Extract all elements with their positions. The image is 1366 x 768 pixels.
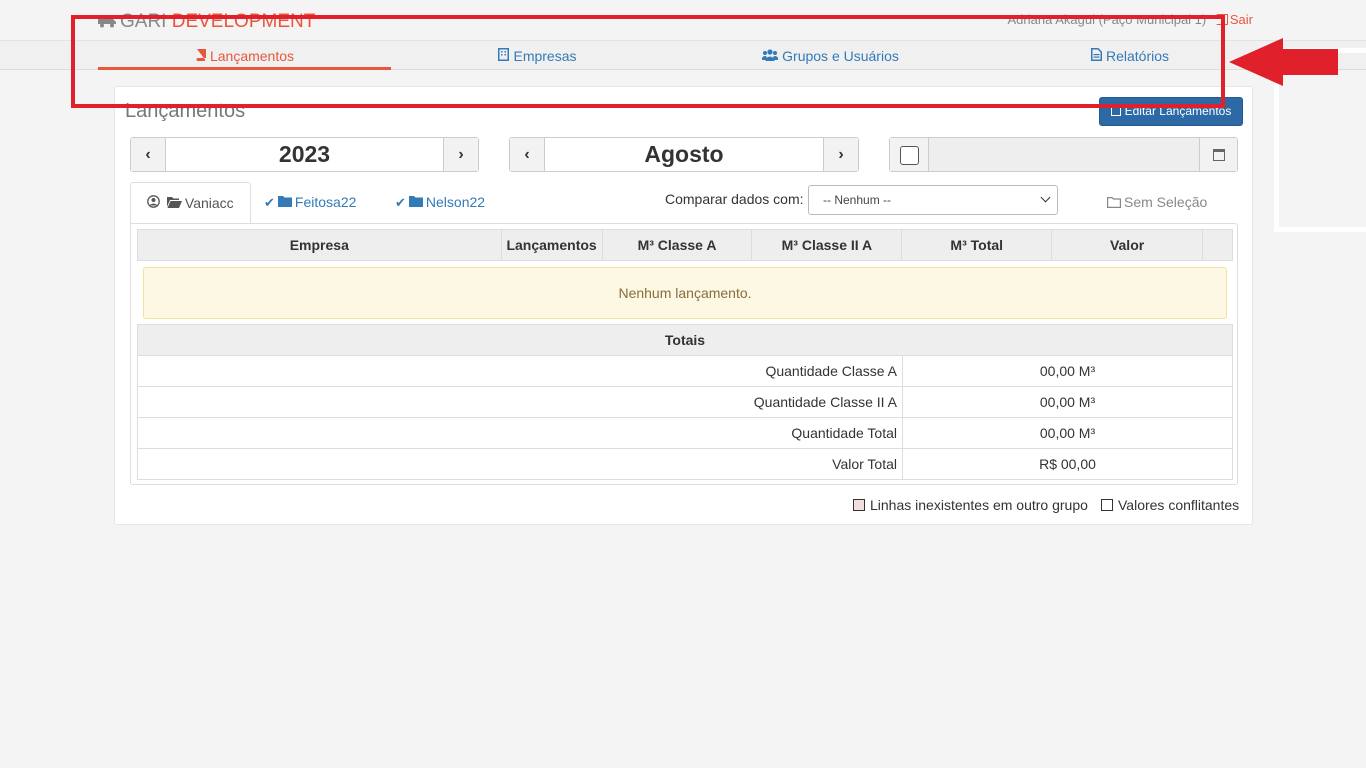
edit-button-label: Editar Lançamentos xyxy=(1124,104,1232,118)
date-enable-wrap xyxy=(890,138,929,171)
totals-value: 00,00 M³ xyxy=(902,417,1233,449)
table-row: Quantidade Classe II A 00,00 M³ xyxy=(137,386,1233,418)
calendar-button[interactable] xyxy=(1199,138,1237,171)
year-next-button[interactable]: › xyxy=(443,138,478,171)
tab-label: Vaniacc xyxy=(184,195,234,211)
nav-tab-label: Empresas xyxy=(513,48,577,64)
nav-tab-label: Relatórios xyxy=(1105,48,1170,64)
nav-tab-label: Lançamentos xyxy=(209,48,295,64)
totals-label: Quantidade Classe II A xyxy=(137,386,903,418)
totals-value: 00,00 M³ xyxy=(902,355,1233,387)
empty-message: Nenhum lançamento. xyxy=(143,267,1227,319)
logout-label: Sair xyxy=(1229,12,1253,27)
user-circle-icon xyxy=(147,195,160,208)
compare-select[interactable]: -- Nenhum -- xyxy=(808,185,1058,215)
compare-label: Comparar dados com: xyxy=(665,191,804,207)
tab-feitosa22[interactable]: ✔ Feitosa22 xyxy=(248,182,372,223)
folder-open-icon xyxy=(166,197,182,208)
no-selection-label: Sem Seleção xyxy=(1124,194,1208,210)
table-row: Valor Total R$ 00,00 xyxy=(137,448,1233,480)
date-enable-checkbox[interactable] xyxy=(900,146,919,165)
top-header: GARI DEVELOPMENT Adriana Akagui (Paço Mu… xyxy=(0,0,1366,40)
legend-swatch-conflicts xyxy=(1101,499,1113,511)
table-header-row: Empresa Lançamentos M³ Classe A M³ Class… xyxy=(137,229,1233,261)
year-value: 2023 xyxy=(278,141,331,167)
legend-missing-rows: Linhas inexistentes em outro grupo xyxy=(853,497,1088,513)
nav-tab-empresas[interactable]: Empresas xyxy=(391,41,684,70)
lancamentos-table: Empresa Lançamentos M³ Classe A M³ Class… xyxy=(137,229,1233,261)
folder-icon xyxy=(408,196,423,207)
col-valor[interactable]: Valor xyxy=(1051,229,1203,261)
tab-label: Feitosa22 xyxy=(294,194,357,210)
totals-label: Valor Total xyxy=(137,448,903,480)
tab-label: Nelson22 xyxy=(425,194,486,210)
chevron-right-icon: › xyxy=(838,145,844,163)
col-actions xyxy=(1202,229,1233,261)
totals-title: Totais xyxy=(137,324,1233,356)
totals-table: Totais Quantidade Classe A 00,00 M³ Quant… xyxy=(137,324,1233,480)
edit-icon xyxy=(1110,106,1121,116)
brand-logo[interactable]: GARI DEVELOPMENT xyxy=(98,11,315,33)
nav-tab-grupos-usuarios[interactable]: Grupos e Usuários xyxy=(684,41,977,70)
annotation-arrow-icon xyxy=(1229,38,1338,86)
col-lancamentos[interactable]: Lançamentos xyxy=(500,229,603,261)
col-empresa[interactable]: Empresa xyxy=(137,229,502,261)
check-icon: ✔ xyxy=(264,195,275,210)
totals-value: 00,00 M³ xyxy=(902,386,1233,418)
folder-outline-icon xyxy=(1107,197,1121,208)
chevron-down-icon xyxy=(1040,192,1051,203)
user-name: Adriana Akagui (Paço Municipal 1) xyxy=(1007,12,1207,27)
page-title: Lançamentos xyxy=(125,100,246,122)
nav-tab-lancamentos[interactable]: Lançamentos xyxy=(98,41,391,70)
col-classe-ii-a[interactable]: M³ Classe II A xyxy=(751,229,903,261)
brand-accent: DEVELOPMENT xyxy=(171,11,316,32)
table-row: Quantidade Total 00,00 M³ xyxy=(137,417,1233,449)
brand-prefix: GARI xyxy=(120,11,167,32)
legend-swatch-missing xyxy=(853,499,865,511)
main-nav: Lançamentos Empresas Grupos e Usuários R… xyxy=(0,40,1366,70)
users-icon xyxy=(762,49,779,61)
tab-vaniacc[interactable]: Vaniacc xyxy=(130,182,251,224)
month-prev-button[interactable]: ‹ xyxy=(510,138,545,171)
folder-icon xyxy=(277,196,292,207)
year-stepper: ‹ 2023 › xyxy=(130,137,479,172)
sign-out-icon xyxy=(1215,14,1228,25)
user-info: Adriana Akagui (Paço Municipal 1) Sair xyxy=(1008,12,1253,27)
month-next-button[interactable]: › xyxy=(823,138,858,171)
truck-icon xyxy=(98,16,116,28)
compare-selected-value: -- Nenhum -- xyxy=(823,193,892,207)
table-row: Quantidade Classe A 00,00 M³ xyxy=(137,355,1233,387)
tab-content: Empresa Lançamentos M³ Classe A M³ Class… xyxy=(130,223,1238,485)
book-icon xyxy=(196,49,206,61)
nav-tab-label: Grupos e Usuários xyxy=(782,48,899,64)
totals-header-row: Totais xyxy=(137,324,1233,356)
legend-label: Linhas inexistentes em outro grupo xyxy=(870,497,1088,513)
tab-nelson22[interactable]: ✔ Nelson22 xyxy=(379,182,501,223)
lancamentos-panel: Lançamentos Editar Lançamentos ‹ 2023 › … xyxy=(114,86,1253,525)
file-text-icon xyxy=(1090,48,1102,61)
legend-label: Valores conflitantes xyxy=(1118,497,1240,513)
month-value: Agosto xyxy=(644,141,724,167)
edit-lancamentos-button[interactable]: Editar Lançamentos xyxy=(1099,97,1243,126)
no-selection-button[interactable]: Sem Seleção xyxy=(1107,194,1207,210)
legend-conflicts: Valores conflitantes xyxy=(1101,497,1239,513)
date-range-field xyxy=(889,137,1238,172)
logout-link[interactable]: Sair xyxy=(1215,12,1253,27)
year-prev-button[interactable]: ‹ xyxy=(131,138,166,171)
col-total[interactable]: M³ Total xyxy=(901,229,1053,261)
col-classe-a[interactable]: M³ Classe A xyxy=(601,229,753,261)
chevron-left-icon: ‹ xyxy=(145,145,151,163)
totals-label: Quantidade Classe A xyxy=(137,355,903,387)
totals-value: R$ 00,00 xyxy=(902,448,1233,480)
totals-label: Quantidade Total xyxy=(137,417,903,449)
calendar-icon xyxy=(1212,148,1225,161)
chevron-right-icon: › xyxy=(458,145,464,163)
month-stepper: ‹ Agosto › xyxy=(509,137,859,172)
check-icon: ✔ xyxy=(395,195,406,210)
building-icon xyxy=(498,48,510,61)
chevron-left-icon: ‹ xyxy=(524,145,530,163)
